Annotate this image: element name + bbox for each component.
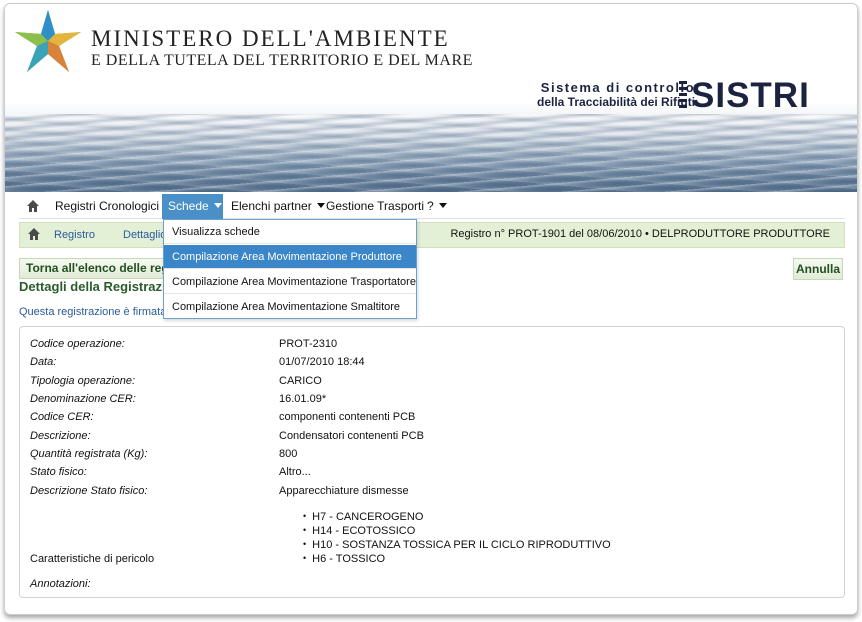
label-quantita: Quantità registrata (Kg): (30, 448, 148, 460)
menu-label: Registri Cronologici (55, 199, 160, 213)
chevron-down-icon (213, 203, 222, 208)
header-banner: MINISTERO DELL'AMBIENTE E DELLA TUTELA D… (5, 4, 857, 192)
menu-item-compilazione-produttore[interactable]: Compilazione Area Movimentazione Produtt… (164, 245, 416, 269)
list-item: H7 - CANCEROGENO (303, 510, 611, 524)
home-icon[interactable] (27, 200, 39, 212)
value-data: 01/07/2010 18:44 (279, 356, 365, 368)
list-item: H10 - SOSTANZA TOSSICA PER IL CICLO RIPR… (303, 538, 611, 552)
menu-label: Gestione Trasporti (326, 199, 425, 213)
sistri-tagline: Sistema di controllo della Tracciabilità… (537, 80, 695, 110)
value-descrizione-stato-fisico: Apparecchiature dismesse (279, 485, 409, 497)
menu-elenchi-partner[interactable]: Elenchi partner (225, 194, 331, 219)
value-denominazione-cer: 16.01.09* (279, 393, 327, 405)
list-item: H6 - TOSSICO (303, 552, 611, 566)
value-codice-cer: componenti contenenti PCB (279, 411, 416, 423)
label-data: Data: (30, 356, 57, 368)
cancel-button[interactable]: Annulla (793, 258, 843, 280)
label-codice-cer: Codice CER: (30, 411, 94, 423)
breadcrumb-dettaglio-link[interactable]: Dettaglio (123, 223, 166, 247)
menu-help[interactable]: ? (421, 194, 453, 219)
value-stato-fisico: Altro... (279, 466, 311, 478)
menu-schede[interactable]: Schede (162, 194, 223, 219)
value-tipologia: CARICO (279, 375, 322, 387)
sistri-tagline-line1: Sistema di controllo (540, 80, 696, 95)
schede-dropdown-menu: Visualizza schede Compilazione Area Movi… (163, 219, 417, 319)
chevron-down-icon (438, 203, 447, 208)
list-item: H14 - ECOTOSSICO (303, 524, 611, 538)
breadcrumb-registro-link[interactable]: Registro (54, 223, 95, 247)
ministry-subtitle: E DELLA TUTELA DEL TERRITORIO E DEL MARE (91, 52, 473, 69)
details-panel: Codice operazione: PROT-2310 Data: 01/07… (19, 326, 845, 598)
label-stato-fisico: Stato fisico: (30, 466, 87, 478)
label-annotazioni: Annotazioni: (30, 578, 91, 590)
main-menubar: Registri Cronologici Schede Elenchi part… (19, 194, 845, 219)
label-caratteristiche-pericolo: Caratteristiche di pericolo (30, 553, 155, 565)
menu-item-compilazione-smaltitore[interactable]: Compilazione Area Movimentazione Smaltit… (164, 295, 416, 319)
sistri-dots-icon (679, 81, 687, 111)
menu-gestione-trasporti[interactable]: Gestione Trasporti (320, 194, 430, 219)
label-descrizione: Descrizione: (30, 430, 91, 442)
ministry-title: MINISTERO DELL'AMBIENTE (91, 26, 450, 51)
sea-background (5, 114, 857, 192)
home-icon[interactable] (28, 228, 40, 240)
registro-info: Registro n° PROT-1901 del 08/06/2010 • D… (450, 228, 830, 240)
breadcrumb-bar: Registro Dettaglio Registro n° PROT-1901… (19, 222, 845, 248)
label-descrizione-stato-fisico: Descrizione Stato fisico: (30, 485, 148, 497)
menu-item-visualizza-schede[interactable]: Visualizza schede (164, 220, 416, 244)
app-window: MINISTERO DELL'AMBIENTE E DELLA TUTELA D… (4, 3, 858, 615)
menu-item-compilazione-trasportatore[interactable]: Compilazione Area Movimentazione Traspor… (164, 270, 416, 294)
label-codice-operazione: Codice operazione: (30, 338, 125, 350)
value-quantita: 800 (279, 448, 298, 460)
menu-label: Schede (168, 199, 209, 213)
ministry-logo-icon (15, 10, 81, 72)
back-to-list-button[interactable]: Torna all'elenco delle registrazioni (19, 258, 173, 279)
value-codice-operazione: PROT-2310 (279, 338, 338, 350)
label-tipologia: Tipologia operazione: (30, 375, 136, 387)
menu-label: ? (427, 199, 434, 213)
hazard-list: H7 - CANCEROGENO H14 - ECOTOSSICO H10 - … (303, 510, 611, 566)
signature-note: Questa registrazione è firmata (19, 306, 167, 318)
menu-registri-cronologici[interactable]: Registri Cronologici (49, 194, 178, 219)
sistri-tagline-line2: della Tracciabilità dei Rifiuti (537, 95, 696, 109)
menu-label: Elenchi partner (231, 199, 312, 213)
sistri-logo: SISTRI (691, 76, 810, 115)
value-descrizione: Condensatori contenenti PCB (279, 430, 424, 442)
label-denominazione-cer: Denominazione CER: (30, 393, 136, 405)
